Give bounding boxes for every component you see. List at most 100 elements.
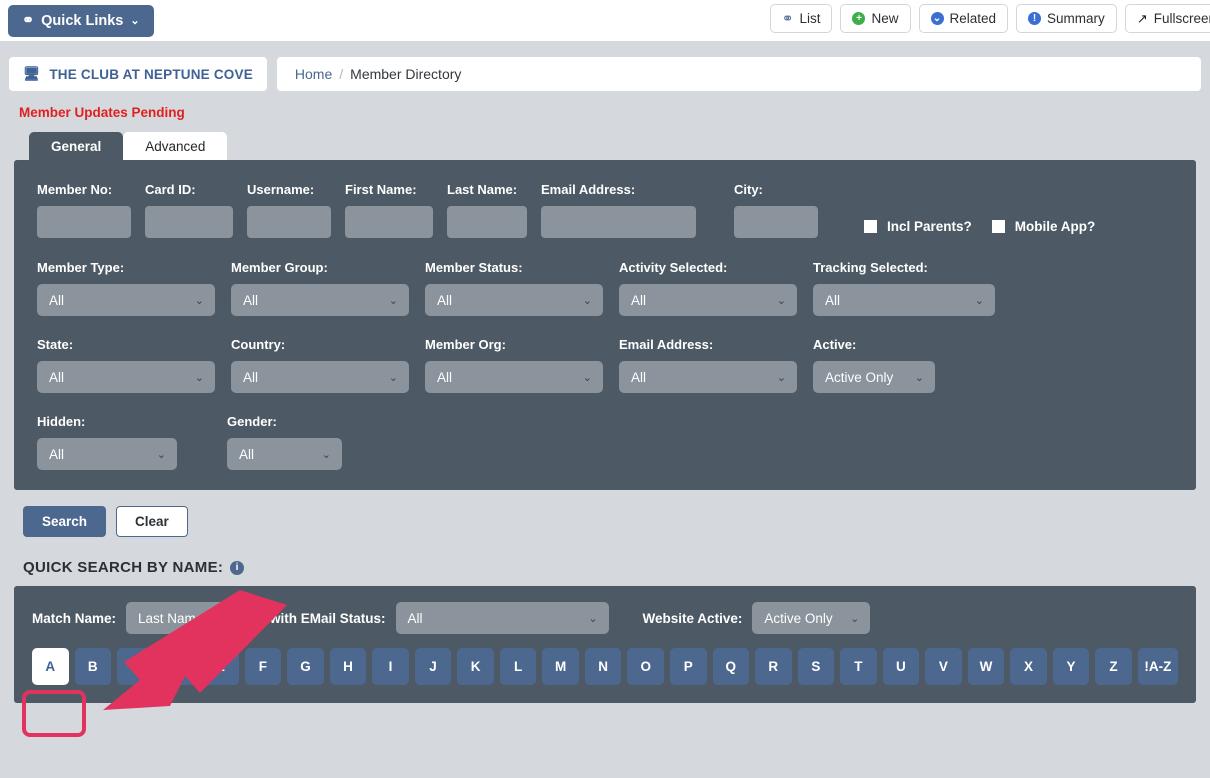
- first-name-input[interactable]: [345, 206, 433, 238]
- field-member-status: Member Status: All ⌄: [425, 260, 603, 316]
- field-city: City:: [734, 182, 818, 238]
- activity-selected-select[interactable]: All ⌄: [619, 284, 797, 316]
- select-value: All: [407, 610, 423, 626]
- website-active-select[interactable]: Active Only ⌄: [752, 602, 871, 634]
- alpha-key-j[interactable]: J: [414, 648, 452, 685]
- link-icon: ⚭: [22, 12, 35, 29]
- tab-general[interactable]: General: [29, 132, 124, 160]
- alpha-key-c[interactable]: C: [117, 648, 154, 685]
- field-card-id: Card ID:: [145, 182, 233, 238]
- match-name-select[interactable]: Last Name ⌄: [126, 602, 243, 634]
- card-id-input[interactable]: [145, 206, 233, 238]
- alpha-key-m[interactable]: M: [542, 648, 579, 685]
- alpha-key-e[interactable]: E: [202, 648, 239, 685]
- alpha-key-u[interactable]: U: [882, 648, 920, 685]
- tracking-selected-select[interactable]: All ⌄: [813, 284, 995, 316]
- incl-parents-label: Incl Parents?: [887, 219, 972, 234]
- alpha-key-h[interactable]: H: [329, 648, 367, 685]
- member-no-input[interactable]: [37, 206, 131, 238]
- alpha-key-g[interactable]: G: [287, 648, 324, 685]
- plus-circle-icon: +: [852, 12, 866, 25]
- alpha-key-y[interactable]: Y: [1052, 648, 1090, 685]
- alert-message: Member Updates Pending: [19, 105, 185, 120]
- list-button[interactable]: ⚭ List: [769, 4, 833, 33]
- alpha-key-z[interactable]: Z: [1095, 648, 1132, 685]
- link-icon: ⚭: [781, 10, 794, 26]
- field-member-org: Member Org: All ⌄: [425, 337, 603, 393]
- active-select[interactable]: Active Only ⌄: [813, 361, 935, 393]
- top-toolbar: ⚭ Quick Links ⌄ ⚭ List + New ⌄ Related !…: [0, 0, 1210, 41]
- alpha-key-t[interactable]: T: [840, 648, 877, 685]
- incl-parents-checkbox[interactable]: [864, 220, 877, 233]
- breadcrumb-home[interactable]: Home: [295, 66, 332, 82]
- info-icon[interactable]: i: [230, 560, 245, 575]
- member-group-select[interactable]: All ⌄: [231, 284, 409, 316]
- alpha-key-f[interactable]: F: [244, 648, 282, 685]
- new-button[interactable]: + New: [840, 4, 911, 33]
- hidden-select[interactable]: All ⌄: [37, 438, 177, 470]
- summary-button[interactable]: ! Summary: [1016, 4, 1117, 33]
- alpha-key-p[interactable]: P: [669, 648, 707, 685]
- alpha-key-v[interactable]: V: [925, 648, 962, 685]
- chevron-down-icon: ⌄: [974, 294, 984, 307]
- alpha-key-s[interactable]: S: [797, 648, 835, 685]
- chevron-down-icon: ⌄: [130, 15, 140, 27]
- chevron-circle-down-icon: ⌄: [930, 12, 944, 25]
- last-name-input[interactable]: [447, 206, 527, 238]
- field-state: State: All ⌄: [37, 337, 215, 393]
- state-select[interactable]: All ⌄: [37, 361, 215, 393]
- email-address-input[interactable]: [541, 206, 696, 238]
- alpha-key-az[interactable]: !A-Z: [1137, 648, 1178, 685]
- alpha-key-a[interactable]: A: [32, 648, 69, 685]
- tab-advanced[interactable]: Advanced: [123, 132, 228, 160]
- toolbar-actions: ⚭ List + New ⌄ Related ! Summary ↗ Fulls…: [769, 4, 1210, 33]
- alpha-key-b[interactable]: B: [74, 648, 112, 685]
- field-label: Email Address:: [541, 182, 636, 197]
- member-status-select[interactable]: All ⌄: [425, 284, 603, 316]
- alpha-key-n[interactable]: N: [584, 648, 622, 685]
- field-label: Card ID:: [145, 182, 196, 197]
- username-input[interactable]: [247, 206, 331, 238]
- search-button[interactable]: Search: [23, 506, 107, 537]
- new-button-label: New: [871, 11, 899, 26]
- mobile-app-checkbox[interactable]: [991, 220, 1005, 233]
- alpha-key-q[interactable]: Q: [712, 648, 750, 685]
- related-button[interactable]: ⌄ Related: [918, 4, 1009, 33]
- summary-button-label: Summary: [1047, 11, 1105, 26]
- alpha-key-w[interactable]: W: [967, 648, 1005, 685]
- alpha-key-l[interactable]: L: [499, 648, 537, 685]
- fullscreen-button-label: Fullscreen: [1153, 11, 1210, 26]
- related-button-label: Related: [949, 11, 997, 26]
- breadcrumb-current: Member Directory: [350, 66, 462, 82]
- breadcrumb-separator: /: [339, 66, 344, 82]
- chevron-down-icon: ⌄: [321, 448, 331, 461]
- club-chip[interactable]: 🖥 THE CLUB AT NEPTUNE COVE: [9, 57, 267, 91]
- field-label: Active:: [813, 337, 857, 352]
- gender-select[interactable]: All ⌄: [227, 438, 342, 470]
- field-label: City:: [734, 182, 763, 197]
- field-label: Gender:: [227, 414, 277, 429]
- field-label: Email Address:: [619, 337, 714, 352]
- alpha-key-x[interactable]: X: [1010, 648, 1047, 685]
- alpha-key-k[interactable]: K: [457, 648, 494, 685]
- member-type-select[interactable]: All ⌄: [37, 284, 215, 316]
- member-org-select[interactable]: All ⌄: [425, 361, 603, 393]
- alpha-key-d[interactable]: D: [159, 648, 197, 685]
- fullscreen-button[interactable]: ↗ Fullscreen: [1124, 4, 1210, 33]
- email-address-select[interactable]: All ⌄: [619, 361, 797, 393]
- app-root: ⚭ Quick Links ⌄ ⚭ List + New ⌄ Related !…: [0, 0, 1210, 778]
- email-status-select[interactable]: All ⌄: [395, 602, 609, 634]
- match-name-label: Match Name:: [32, 610, 117, 626]
- clear-button[interactable]: Clear: [116, 506, 188, 537]
- chevron-down-icon: ⌄: [850, 612, 860, 625]
- select-value: All: [49, 292, 65, 308]
- field-label: Hidden:: [37, 414, 86, 429]
- field-gender: Gender: All ⌄: [227, 414, 342, 470]
- quick-links-button[interactable]: ⚭ Quick Links ⌄: [8, 4, 154, 37]
- country-select[interactable]: All ⌄: [231, 361, 409, 393]
- city-input[interactable]: [734, 206, 818, 238]
- alpha-key-r[interactable]: R: [755, 648, 792, 685]
- field-country: Country: All ⌄: [231, 337, 409, 393]
- alpha-key-o[interactable]: O: [627, 648, 664, 685]
- alpha-key-i[interactable]: I: [372, 648, 409, 685]
